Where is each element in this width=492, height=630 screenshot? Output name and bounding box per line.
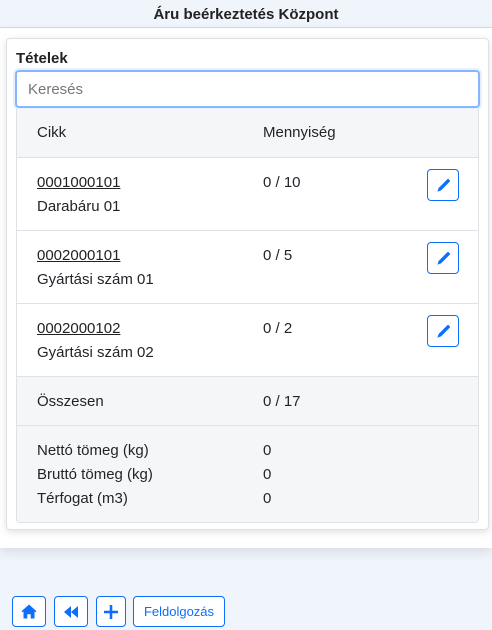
item-name: Darabáru 01 bbox=[37, 198, 121, 215]
app-title: Áru beérkeztetés Központ bbox=[0, 0, 492, 28]
home-icon bbox=[21, 604, 37, 619]
table-row: 0002000102 Gyártási szám 02 0 / 2 bbox=[17, 304, 478, 377]
pencil-icon bbox=[436, 178, 450, 192]
back-button[interactable] bbox=[54, 596, 88, 627]
item-code-link[interactable]: 0002000101 bbox=[37, 247, 120, 264]
item-quantity: 0 / 5 bbox=[263, 247, 293, 264]
process-button[interactable]: Feldolgozás bbox=[133, 596, 225, 627]
net-weight-value: 0 bbox=[263, 442, 272, 459]
column-header-quantity: Mennyiség bbox=[263, 124, 336, 141]
home-button[interactable] bbox=[12, 596, 46, 627]
item-quantity: 0 / 10 bbox=[263, 174, 301, 191]
column-header-item: Cikk bbox=[37, 124, 67, 141]
table-row: 0001000101 Darabáru 01 0 / 10 bbox=[17, 158, 478, 231]
edit-button[interactable] bbox=[427, 169, 459, 201]
items-card: Tételek Cikk Mennyiség 0001000101 Darabá… bbox=[6, 38, 489, 530]
items-table: Cikk Mennyiség 0001000101 Darabáru 01 0 … bbox=[16, 109, 479, 523]
rewind-icon bbox=[64, 605, 78, 618]
pencil-icon bbox=[436, 324, 450, 338]
search-input[interactable] bbox=[15, 70, 480, 108]
item-code-link[interactable]: 0002000102 bbox=[37, 320, 120, 337]
total-label: Összesen bbox=[37, 393, 104, 410]
table-header: Cikk Mennyiség bbox=[17, 109, 478, 158]
net-weight-label: Nettó tömeg (kg) bbox=[37, 442, 149, 459]
section-title: Tételek bbox=[16, 50, 68, 67]
gross-weight-value: 0 bbox=[263, 466, 272, 483]
item-name: Gyártási szám 01 bbox=[37, 271, 154, 288]
summary-section: Nettó tömeg (kg) 0 Bruttó tömeg (kg) 0 T… bbox=[17, 426, 478, 522]
item-code-link[interactable]: 0001000101 bbox=[37, 174, 120, 191]
total-value: 0 / 17 bbox=[263, 393, 301, 410]
edit-button[interactable] bbox=[427, 242, 459, 274]
add-button[interactable] bbox=[96, 596, 126, 627]
volume-label: Térfogat (m3) bbox=[37, 490, 128, 507]
item-quantity: 0 / 2 bbox=[263, 320, 293, 337]
gross-weight-label: Bruttó tömeg (kg) bbox=[37, 466, 153, 483]
plus-icon bbox=[104, 604, 118, 619]
pencil-icon bbox=[436, 251, 450, 265]
total-row: Összesen 0 / 17 bbox=[17, 377, 478, 426]
volume-value: 0 bbox=[263, 490, 272, 507]
item-name: Gyártási szám 02 bbox=[37, 344, 154, 361]
edit-button[interactable] bbox=[427, 315, 459, 347]
table-row: 0002000101 Gyártási szám 01 0 / 5 bbox=[17, 231, 478, 304]
